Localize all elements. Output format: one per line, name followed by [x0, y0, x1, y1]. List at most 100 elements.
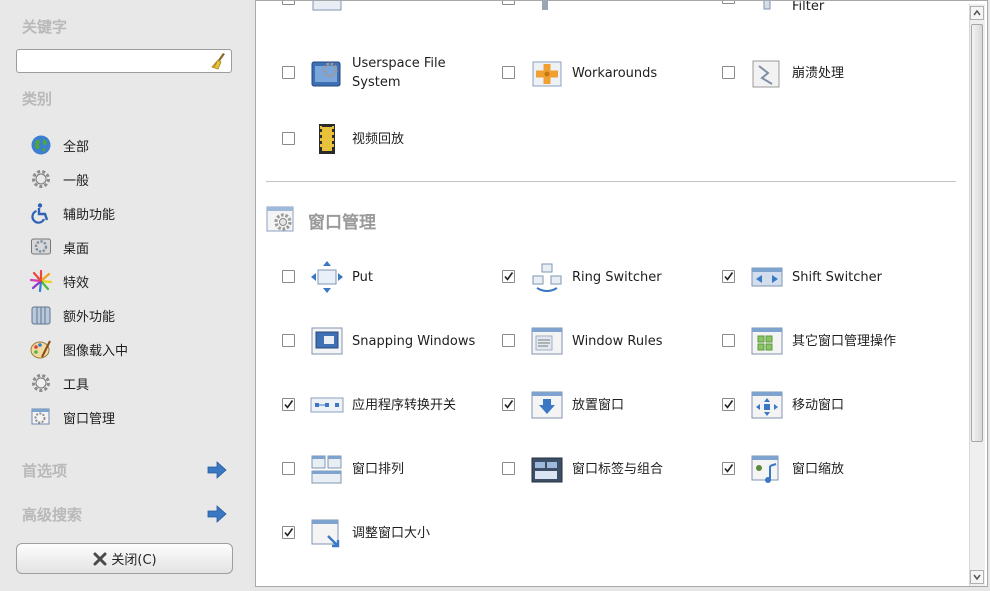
- plugin-checkbox[interactable]: [722, 334, 735, 347]
- plugin-checkbox[interactable]: [282, 398, 295, 411]
- plugin-checkbox[interactable]: [722, 1, 735, 4]
- plugin-label: 放置窗口: [572, 397, 625, 413]
- search-field[interactable]: [16, 49, 232, 73]
- plugin-checkbox[interactable]: [282, 66, 295, 79]
- effects-icon: [30, 270, 52, 292]
- category-desktop[interactable]: 桌面: [30, 235, 230, 259]
- advanced-search-row[interactable]: 高级搜索: [22, 502, 232, 526]
- application-switcher-icon: [310, 397, 344, 413]
- filesystem-icon: [311, 61, 341, 87]
- plugin-window-rules[interactable]: Window Rules: [502, 321, 717, 361]
- plugin-checkbox[interactable]: [282, 526, 295, 539]
- plugin-partial[interactable]: [502, 1, 717, 19]
- window-management-icon: [31, 408, 50, 425]
- checkmark-icon: [724, 272, 734, 281]
- plugin-video-playback[interactable]: 视频回放: [282, 119, 497, 159]
- plugin-label: 应用程序转换开关: [352, 397, 457, 413]
- plugin-crash-handler[interactable]: 崩溃处理: [722, 53, 937, 93]
- arrow-right-icon[interactable]: [206, 503, 228, 525]
- plugin-icon: [542, 1, 548, 10]
- plugin-icon: [312, 1, 342, 11]
- category-label: 一般: [63, 173, 90, 189]
- plugin-label: Put: [352, 269, 373, 285]
- plugin-checkbox[interactable]: [502, 270, 515, 283]
- plugin-partial-filter[interactable]: Filter: [722, 1, 937, 33]
- advanced-search-label: 高级搜索: [22, 506, 83, 524]
- scroll-down-button[interactable]: [970, 570, 984, 584]
- category-accessibility[interactable]: 辅助功能: [30, 201, 230, 225]
- plugin-checkbox[interactable]: [722, 398, 735, 411]
- plugin-snapping-windows[interactable]: Snapping Windows: [282, 321, 497, 361]
- chevron-up-icon: [973, 9, 981, 16]
- extras-icon: [31, 306, 51, 325]
- image-loading-icon: [30, 340, 51, 359]
- plugin-label: Window Rules: [572, 333, 663, 349]
- section-title: 窗口管理: [308, 212, 376, 233]
- category-effects[interactable]: 特效: [30, 269, 230, 293]
- plugin-partial[interactable]: [282, 1, 497, 19]
- category-general[interactable]: 一般: [30, 167, 230, 191]
- search-input[interactable]: [21, 51, 215, 73]
- scroll-up-button[interactable]: [970, 6, 984, 20]
- plugin-put[interactable]: Put: [282, 257, 497, 297]
- extra-wm-actions-icon: [751, 327, 783, 355]
- plugin-ring-switcher[interactable]: Ring Switcher: [502, 257, 717, 297]
- plugin-move-window[interactable]: 移动窗口: [722, 385, 937, 425]
- plugin-window-zoom[interactable]: 窗口缩放: [722, 449, 937, 489]
- plugin-checkbox[interactable]: [282, 334, 295, 347]
- plugin-group-tab[interactable]: 窗口标签与组合: [502, 449, 717, 489]
- category-tools[interactable]: 工具: [30, 371, 230, 395]
- plugin-label: Workarounds: [572, 65, 658, 81]
- close-button-label: 关闭(C): [111, 553, 157, 568]
- plugin-resize-window[interactable]: 调整窗口大小: [282, 513, 497, 553]
- plugin-checkbox[interactable]: [502, 398, 515, 411]
- crash-handler-icon: [752, 60, 780, 88]
- move-window-icon: [751, 391, 783, 419]
- category-heading: 类别: [22, 90, 53, 108]
- category-label: 额外功能: [63, 309, 116, 325]
- globe-icon: [31, 135, 51, 155]
- category-window-management[interactable]: 窗口管理: [30, 405, 230, 429]
- plugin-checkbox[interactable]: [502, 462, 515, 475]
- plugin-label: Userspace File System: [352, 56, 446, 90]
- plugin-checkbox[interactable]: [502, 66, 515, 79]
- category-all[interactable]: 全部: [30, 133, 230, 157]
- plugin-checkbox[interactable]: [282, 132, 295, 145]
- category-extras[interactable]: 额外功能: [30, 303, 230, 327]
- plugin-checkbox[interactable]: [502, 1, 515, 5]
- group-tab-icon: [531, 457, 563, 483]
- clear-broom-icon[interactable]: [209, 51, 229, 71]
- plugin-checkbox[interactable]: [722, 66, 735, 79]
- arrow-right-icon[interactable]: [206, 459, 228, 481]
- close-button[interactable]: 关闭(C): [16, 543, 233, 574]
- checkmark-icon: [284, 400, 294, 409]
- preferences-label: 首选项: [22, 462, 68, 480]
- tools-icon: [32, 374, 50, 392]
- plugin-extra-wm-actions[interactable]: 其它窗口管理操作: [722, 321, 937, 361]
- scale-windows-icon: [311, 455, 342, 484]
- vertical-scrollbar[interactable]: [969, 4, 985, 586]
- plugin-label: 移动窗口: [792, 397, 845, 413]
- plugin-checkbox[interactable]: [502, 334, 515, 347]
- plugin-shift-switcher[interactable]: Shift Switcher: [722, 257, 937, 297]
- checkmark-icon: [724, 400, 734, 409]
- plugin-place-windows[interactable]: 放置窗口: [502, 385, 717, 425]
- plugin-checkbox[interactable]: [722, 462, 735, 475]
- scroll-thumb[interactable]: [971, 24, 983, 442]
- plugin-scale-windows[interactable]: 窗口排列: [282, 449, 497, 489]
- checkmark-icon: [284, 528, 294, 537]
- plugin-checkbox[interactable]: [282, 462, 295, 475]
- plugin-label: Snapping Windows: [352, 333, 476, 349]
- video-playback-icon: [319, 124, 335, 154]
- plugin-checkbox[interactable]: [282, 1, 295, 5]
- plugin-checkbox[interactable]: [722, 270, 735, 283]
- plugin-workarounds[interactable]: Workarounds: [502, 53, 717, 93]
- plugin-userspace-file-system[interactable]: Userspace File System: [282, 53, 497, 93]
- preferences-row[interactable]: 首选项: [22, 458, 232, 482]
- ring-switcher-icon: [532, 263, 562, 292]
- filter-icon: [763, 1, 771, 10]
- category-image-loading[interactable]: 图像载入中: [30, 337, 230, 361]
- plugin-checkbox[interactable]: [282, 270, 295, 283]
- plugin-application-switcher[interactable]: 应用程序转换开关: [282, 385, 497, 425]
- resize-window-icon: [311, 519, 340, 548]
